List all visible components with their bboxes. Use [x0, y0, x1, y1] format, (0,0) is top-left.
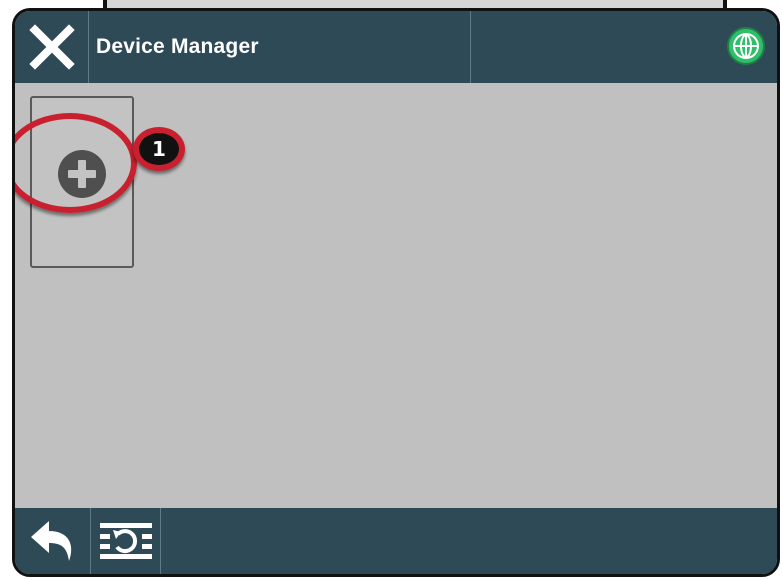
device-list-area: 1: [15, 83, 777, 508]
title-bar: Device Manager: [15, 11, 777, 83]
close-icon: [28, 24, 75, 70]
refresh-icon: [99, 523, 152, 559]
page-title: Device Manager: [96, 35, 259, 58]
reset-button[interactable]: [91, 508, 161, 574]
back-button[interactable]: [15, 508, 91, 574]
bottom-toolbar: [15, 508, 777, 574]
callout-number-badge: 1: [133, 127, 185, 171]
back-arrow-icon: [30, 521, 71, 561]
title-divider: [470, 11, 471, 83]
globe-icon[interactable]: [725, 25, 767, 67]
close-button[interactable]: [15, 11, 89, 83]
app-window: Device Manager 1: [12, 8, 780, 577]
